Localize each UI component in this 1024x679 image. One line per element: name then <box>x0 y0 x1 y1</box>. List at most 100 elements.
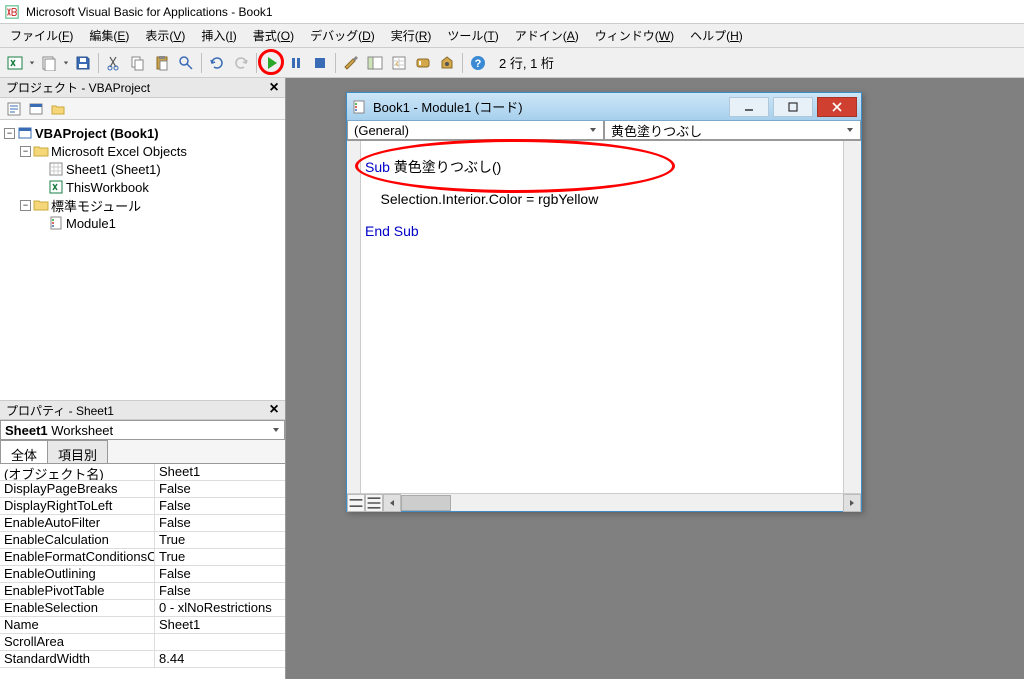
property-value[interactable]: True <box>155 549 285 565</box>
property-name: Name <box>0 617 155 633</box>
property-row[interactable]: ScrollArea <box>0 634 285 651</box>
properties-grid[interactable]: (オブジェクト名)Sheet1DisplayPageBreaksFalseDis… <box>0 464 285 679</box>
menu-i[interactable]: 挿入(I) <box>195 25 242 46</box>
properties-object-selector[interactable]: Sheet1 Worksheet <box>0 420 285 440</box>
property-row[interactable]: EnableSelection0 - xlNoRestrictions <box>0 600 285 617</box>
scroll-thumb[interactable] <box>401 495 451 511</box>
run-button[interactable] <box>261 52 283 74</box>
procedure-view-button[interactable] <box>347 494 365 512</box>
tree-modules[interactable]: − 標準モジュール <box>4 196 281 214</box>
tree-module1[interactable]: Module1 <box>4 214 281 232</box>
property-name: StandardWidth <box>0 651 155 667</box>
property-row[interactable]: EnableAutoFilterFalse <box>0 515 285 532</box>
menu-r[interactable]: 実行(R) <box>385 25 438 46</box>
tree-thisworkbook[interactable]: ThisWorkbook <box>4 178 281 196</box>
property-row[interactable]: EnableOutliningFalse <box>0 566 285 583</box>
menu-f[interactable]: ファイル(F) <box>4 25 79 46</box>
tree-sheet1[interactable]: Sheet1 (Sheet1) <box>4 160 281 178</box>
dropdown-arrow-icon[interactable] <box>62 60 70 66</box>
property-value[interactable]: False <box>155 515 285 531</box>
menu-e[interactable]: 編集(E) <box>83 25 135 46</box>
collapse-icon[interactable]: − <box>20 146 31 157</box>
object-selector[interactable]: (General) <box>347 121 604 140</box>
help-button[interactable]: ? <box>467 52 489 74</box>
property-value[interactable] <box>155 634 285 650</box>
view-code-button[interactable] <box>4 99 24 119</box>
object-selector-label: (General) <box>354 123 409 138</box>
property-value[interactable]: 8.44 <box>155 651 285 667</box>
menu-a[interactable]: アドイン(A) <box>509 25 585 46</box>
maximize-button[interactable] <box>773 97 813 117</box>
project-explorer-button[interactable] <box>364 52 386 74</box>
properties-title: プロパティ - Sheet1 <box>6 402 114 419</box>
tab-all[interactable]: 全体 <box>0 440 48 463</box>
insert-module-button[interactable] <box>38 52 60 74</box>
code-window-titlebar[interactable]: Book1 - Module1 (コード) <box>347 93 861 121</box>
collapse-icon[interactable]: − <box>4 128 15 139</box>
redo-button[interactable] <box>230 52 252 74</box>
property-value[interactable]: False <box>155 583 285 599</box>
tree-excel-objects[interactable]: − Microsoft Excel Objects <box>4 142 281 160</box>
tree-root[interactable]: − VBAProject (Book1) <box>4 124 281 142</box>
property-row[interactable]: (オブジェクト名)Sheet1 <box>0 464 285 481</box>
scroll-left-button[interactable] <box>383 494 401 512</box>
project-tree[interactable]: − VBAProject (Book1) − Microsoft Excel O… <box>0 120 285 400</box>
property-row[interactable]: EnableFormatConditionsCalculationTrue <box>0 549 285 566</box>
sheet1-label: Sheet1 (Sheet1) <box>66 162 161 177</box>
property-value[interactable]: False <box>155 498 285 514</box>
property-row[interactable]: StandardWidth8.44 <box>0 651 285 668</box>
find-button[interactable] <box>175 52 197 74</box>
properties-close-button[interactable]: × <box>265 401 283 419</box>
tab-categorized[interactable]: 項目別 <box>47 440 108 463</box>
horizontal-scrollbar[interactable] <box>401 495 843 511</box>
property-row[interactable]: NameSheet1 <box>0 617 285 634</box>
property-row[interactable]: DisplayPageBreaksFalse <box>0 481 285 498</box>
property-value[interactable]: Sheet1 <box>155 464 285 480</box>
view-object-button[interactable] <box>26 99 46 119</box>
menu-h[interactable]: ヘルプ(H) <box>684 25 749 46</box>
property-row[interactable]: DisplayRightToLeftFalse <box>0 498 285 515</box>
dropdown-arrow-icon[interactable] <box>28 60 36 66</box>
toggle-folders-button[interactable] <box>48 99 68 119</box>
menu-t[interactable]: ツール(T) <box>441 25 504 46</box>
property-name: (オブジェクト名) <box>0 464 155 480</box>
properties-window-button[interactable] <box>388 52 410 74</box>
minimize-button[interactable] <box>729 97 769 117</box>
toolbox-button[interactable] <box>436 52 458 74</box>
view-excel-button[interactable] <box>4 52 26 74</box>
module1-label: Module1 <box>66 216 116 231</box>
full-module-view-button[interactable] <box>365 494 383 512</box>
copy-button[interactable] <box>127 52 149 74</box>
property-value[interactable]: False <box>155 481 285 497</box>
break-button[interactable] <box>285 52 307 74</box>
property-row[interactable]: EnableCalculationTrue <box>0 532 285 549</box>
reset-button[interactable] <box>309 52 331 74</box>
menu-d[interactable]: デバッグ(D) <box>304 25 381 46</box>
menu-v[interactable]: 表示(V) <box>139 25 191 46</box>
property-name: EnableAutoFilter <box>0 515 155 531</box>
vertical-scrollbar[interactable] <box>843 141 861 493</box>
property-value[interactable]: 0 - xlNoRestrictions <box>155 600 285 616</box>
collapse-icon[interactable]: − <box>20 200 31 211</box>
design-mode-button[interactable] <box>340 52 362 74</box>
property-value[interactable]: False <box>155 566 285 582</box>
close-button[interactable] <box>817 97 857 117</box>
property-row[interactable]: EnablePivotTableFalse <box>0 583 285 600</box>
scroll-right-button[interactable] <box>843 494 861 512</box>
property-value[interactable]: True <box>155 532 285 548</box>
paste-button[interactable] <box>151 52 173 74</box>
menu-w[interactable]: ウィンドウ(W) <box>589 25 680 46</box>
cut-button[interactable] <box>103 52 125 74</box>
worksheet-icon <box>48 161 64 177</box>
code-editor[interactable]: Sub 黄色塗りつぶし() Selection.Interior.Color =… <box>361 141 843 493</box>
project-close-button[interactable]: × <box>265 79 283 97</box>
undo-button[interactable] <box>206 52 228 74</box>
property-value[interactable]: Sheet1 <box>155 617 285 633</box>
menu-o[interactable]: 書式(O) <box>247 25 300 46</box>
project-root-label: VBAProject (Book1) <box>35 126 159 141</box>
save-button[interactable] <box>72 52 94 74</box>
modules-label: 標準モジュール <box>51 196 141 215</box>
procedure-selector[interactable]: 黄色塗りつぶし <box>604 121 861 140</box>
object-browser-button[interactable] <box>412 52 434 74</box>
code-kw-endsub: End Sub <box>365 223 419 239</box>
